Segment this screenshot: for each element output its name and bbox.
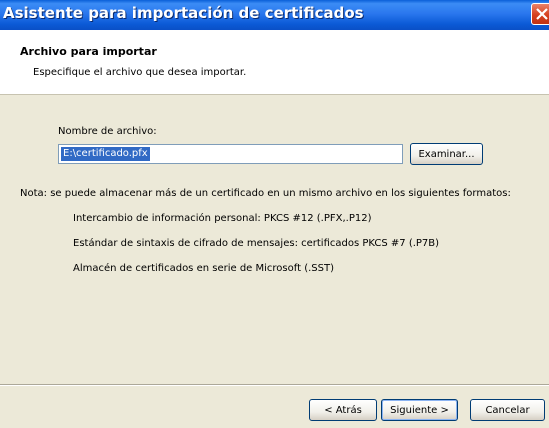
next-button-label: Siguiente > xyxy=(390,404,449,416)
note-text: Nota: se puede almacenar más de un certi… xyxy=(20,188,511,199)
title-bar[interactable]: Asistente para importación de certificad… xyxy=(0,0,549,30)
format-item-sst: Almacén de certificados en serie de Micr… xyxy=(73,263,334,274)
cancel-button-label: Cancelar xyxy=(485,404,530,416)
file-name-value: E:\certificado.pfx xyxy=(61,147,150,161)
cancel-button[interactable]: Cancelar xyxy=(470,399,545,421)
page-subtitle: Especifique el archivo que desea importa… xyxy=(33,67,247,78)
next-button[interactable]: Siguiente > xyxy=(381,399,458,421)
format-item-p7b: Estándar de sintaxis de cifrado de mensa… xyxy=(73,238,440,249)
back-button[interactable]: < Atrás xyxy=(309,399,377,421)
browse-button-label: Examinar... xyxy=(418,148,475,160)
close-button[interactable] xyxy=(531,3,549,25)
browse-button[interactable]: Examinar... xyxy=(410,143,483,165)
footer-divider xyxy=(0,384,549,386)
file-name-label: Nombre de archivo: xyxy=(58,126,157,137)
file-name-input[interactable]: E:\certificado.pfx xyxy=(58,144,403,164)
back-button-label: < Atrás xyxy=(324,404,362,416)
format-item-pfx: Intercambio de información personal: PKC… xyxy=(73,213,372,224)
wizard-header: Archivo para importar Especifique el arc… xyxy=(0,30,549,95)
window-title: Asistente para importación de certificad… xyxy=(3,4,364,22)
close-icon xyxy=(536,8,548,20)
page-title: Archivo para importar xyxy=(20,45,157,58)
